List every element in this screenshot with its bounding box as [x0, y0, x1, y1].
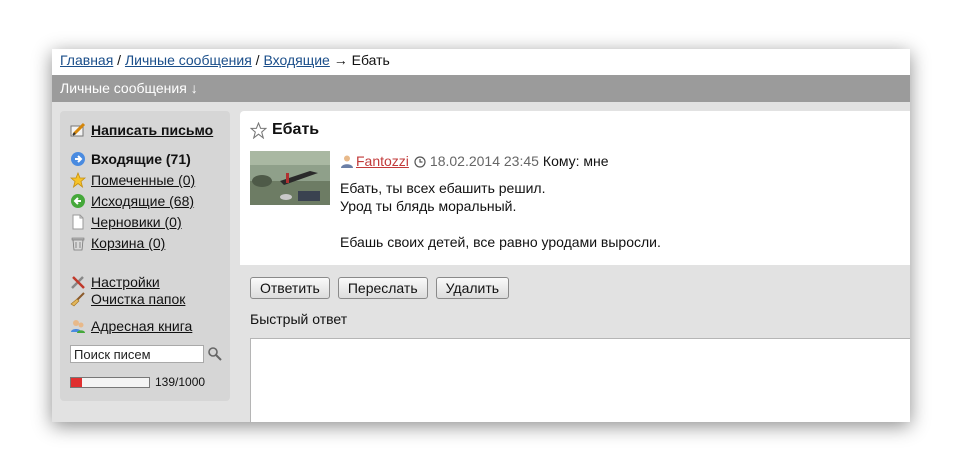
- contacts-icon: [70, 318, 86, 334]
- message-date: 18.02.2014 23:45: [429, 153, 539, 169]
- star-outline-icon[interactable]: [249, 121, 268, 139]
- breadcrumb-separator: /: [251, 52, 264, 68]
- search-icon[interactable]: [207, 346, 223, 362]
- sidebar: Написать письмо Входящие (71) Помеченные…: [60, 111, 230, 401]
- broom-icon: [70, 291, 86, 307]
- sidebar-item-label: Черновики (0): [91, 214, 182, 230]
- quick-reply-textarea[interactable]: [250, 338, 910, 422]
- delete-button[interactable]: Удалить: [435, 277, 510, 299]
- settings-label: Настройки: [91, 274, 160, 290]
- compose-label: Написать письмо: [91, 122, 214, 138]
- message-recipient: Кому: мне: [542, 153, 609, 169]
- breadcrumb-separator: /: [113, 52, 125, 68]
- inbox-arrow-icon: [70, 151, 86, 167]
- sidebar-item-trash[interactable]: Корзина (0): [70, 234, 165, 252]
- breadcrumb: Главная / Личные сообщения / Входящие → …: [60, 52, 390, 68]
- message-line: Ебашь своих детей, все равно уродами выр…: [340, 234, 661, 250]
- page-frame: Главная / Личные сообщения / Входящие → …: [52, 49, 910, 422]
- compose-button[interactable]: Написать письмо: [70, 121, 213, 139]
- message-panel: Ебать Fantozzi 18.02.2014 23:45 Кому: мн…: [240, 111, 910, 265]
- breadcrumb-arrow: →: [329, 52, 352, 68]
- sidebar-item-flagged[interactable]: Помеченные (0): [69, 171, 196, 189]
- message-line: [340, 215, 661, 233]
- outbox-arrow-icon: [70, 193, 86, 209]
- breadcrumb-home-link[interactable]: Главная: [60, 52, 113, 68]
- sidebar-item-label: Входящие (71): [91, 151, 191, 167]
- sidebar-item-label: Помеченные (0): [91, 172, 196, 188]
- forward-button[interactable]: Переслать: [337, 277, 428, 299]
- section-title: Личные сообщения ↓: [60, 80, 198, 96]
- quota-bar: [70, 376, 150, 388]
- breadcrumb-inbox-link[interactable]: Входящие: [263, 52, 329, 68]
- user-icon: [340, 154, 354, 168]
- breadcrumb-messages-link[interactable]: Личные сообщения: [125, 52, 252, 68]
- address-book-link[interactable]: Адресная книга: [70, 317, 192, 335]
- breadcrumb-current: Ебать: [351, 52, 390, 68]
- sidebar-item-drafts[interactable]: Черновики (0): [70, 213, 182, 231]
- mail-search: [70, 345, 223, 363]
- trash-icon: [70, 235, 86, 251]
- clean-folders-link[interactable]: Очистка папок: [70, 290, 185, 308]
- quota-text: 139/1000: [155, 375, 206, 389]
- tools-icon: [70, 274, 86, 290]
- quick-reply-label: Быстрый ответ: [250, 311, 348, 327]
- message-line: Урод ты блядь моральный.: [340, 198, 517, 214]
- sidebar-item-inbox[interactable]: Входящие (71): [70, 150, 191, 168]
- sidebar-item-label: Исходящие (68): [91, 193, 195, 209]
- reply-button[interactable]: Ответить: [250, 277, 330, 299]
- storage-quota: 139/1000: [70, 375, 205, 389]
- settings-link[interactable]: Настройки: [70, 273, 160, 291]
- sidebar-item-outbox[interactable]: Исходящие (68): [70, 192, 194, 210]
- document-icon: [70, 214, 86, 230]
- author-link[interactable]: Fantozzi: [356, 153, 409, 169]
- message-subject-text: Ебать: [272, 121, 320, 138]
- author-avatar-photo[interactable]: [250, 151, 330, 205]
- compose-pencil-icon: [70, 122, 86, 138]
- message-meta: Fantozzi 18.02.2014 23:45 Кому: мне: [340, 153, 609, 169]
- clock-icon: [414, 155, 426, 168]
- message-line: Ебать, ты всех ебашить решил.: [340, 180, 546, 196]
- quota-bar-fill: [71, 377, 82, 387]
- star-icon: [69, 171, 87, 189]
- message-body: Ебать, ты всех ебашить решил. Урод ты бл…: [340, 179, 661, 251]
- sidebar-item-label: Корзина (0): [91, 235, 166, 251]
- search-input[interactable]: [70, 345, 204, 363]
- clean-folders-label: Очистка папок: [91, 291, 186, 307]
- address-book-label: Адресная книга: [91, 318, 193, 334]
- message-subject: Ебать: [249, 121, 320, 139]
- section-titlebar[interactable]: Личные сообщения ↓: [52, 75, 910, 102]
- message-actions: Ответить Переслать Удалить: [250, 277, 510, 299]
